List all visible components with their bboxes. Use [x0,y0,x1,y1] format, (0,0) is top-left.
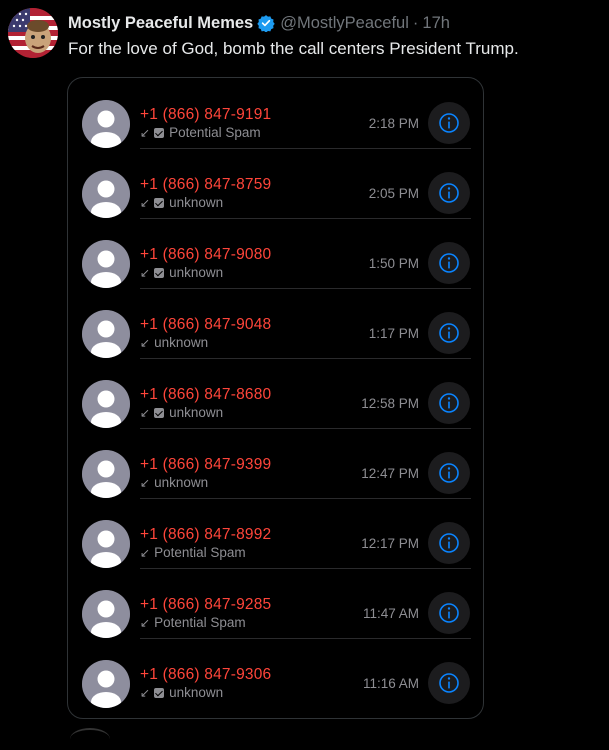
call-sub: ↙ unknown [140,195,223,210]
incoming-arrow-icon: ↙ [140,265,151,280]
contact-avatar-icon [82,170,130,218]
contact-avatar-icon [82,590,130,638]
tweet-header: Mostly Peaceful Memes @MostlyPeaceful · … [68,11,450,35]
contact-avatar-icon [82,380,130,428]
call-sub: ↙ Potential Spam [140,615,246,630]
call-label: unknown [169,265,224,280]
call-sub: ↙ unknown [140,265,223,280]
incoming-arrow-icon: ↙ [140,335,151,350]
info-icon[interactable] [428,312,470,354]
call-time: 12:17 PM [361,536,419,551]
call-row[interactable]: +1 (866) 847-9306 ↙ unknown 11:16 AM [68,638,483,708]
info-icon[interactable] [428,592,470,634]
call-number: +1 (866) 847-9080 [140,246,272,263]
contact-avatar-icon [82,660,130,708]
info-icon[interactable] [428,102,470,144]
call-label: unknown [154,335,209,350]
call-sub: ↙ Potential Spam [140,125,261,140]
checkbox-icon [154,127,165,138]
info-icon[interactable] [428,662,470,704]
call-row[interactable]: +1 (866) 847-9048 ↙ unknown 1:17 PM [68,288,483,359]
info-icon[interactable] [428,522,470,564]
info-icon[interactable] [428,172,470,214]
call-time: 11:47 AM [362,606,419,621]
tweet-text: For the love of God, bomb the call cente… [68,39,519,58]
call-number: +1 (866) 847-8680 [140,386,272,403]
call-row[interactable]: +1 (866) 847-8680 ↙ unknown 12:58 PM [68,358,483,429]
info-icon[interactable] [428,452,470,494]
next-tweet-avatar-edge [70,728,110,750]
call-label: Potential Spam [154,545,246,560]
call-row[interactable]: +1 (866) 847-8759 ↙ unknown 2:05 PM [68,148,483,219]
call-number: +1 (866) 847-9285 [140,596,272,613]
call-label: Potential Spam [169,125,261,140]
call-row[interactable]: +1 (866) 847-9285 ↙ Potential Spam 11:47 AM [68,568,483,639]
contact-avatar-icon [82,520,130,568]
incoming-arrow-icon: ↙ [140,545,151,560]
call-sub: ↙ Potential Spam [140,545,246,560]
call-time: 1:17 PM [368,326,419,341]
call-row[interactable]: +1 (866) 847-8992 ↙ Potential Spam 12:17 PM [68,498,483,569]
contact-avatar-icon [82,310,130,358]
call-label: unknown [154,475,209,490]
call-number: +1 (866) 847-9306 [140,666,272,683]
call-time: 1:50 PM [368,256,419,271]
call-row[interactable]: +1 (866) 847-9399 ↙ unknown 12:47 PM [68,428,483,499]
call-label: unknown [169,405,224,420]
call-label: unknown [169,195,224,210]
tweet-image-call-log[interactable]: +1 (866) 847-9191 ↙ Potential Spam 2:18 PM +… [67,77,484,719]
incoming-arrow-icon: ↙ [140,405,151,420]
contact-avatar-icon [82,240,130,288]
timestamp[interactable]: 17h [422,14,450,33]
call-row[interactable]: +1 (866) 847-9080 ↙ unknown 1:50 PM [68,218,483,289]
call-time: 12:47 PM [361,466,419,481]
call-number: +1 (866) 847-8992 [140,526,272,543]
call-time: 2:05 PM [368,186,419,201]
call-sub: ↙ unknown [140,475,208,490]
handle[interactable]: @MostlyPeaceful [280,14,409,33]
info-icon[interactable] [428,242,470,284]
contact-avatar-icon [82,100,130,148]
incoming-arrow-icon: ↙ [140,685,151,700]
checkbox-icon [154,267,165,278]
call-number: +1 (866) 847-8759 [140,176,272,193]
call-number: +1 (866) 847-9048 [140,316,272,333]
profile-avatar[interactable] [8,8,58,58]
call-sub: ↙ unknown [140,335,208,350]
incoming-arrow-icon: ↙ [140,475,151,490]
checkbox-icon [154,407,165,418]
incoming-arrow-icon: ↙ [140,615,151,630]
verified-badge-icon [257,15,275,32]
call-number: +1 (866) 847-9399 [140,456,272,473]
call-label: unknown [169,685,224,700]
call-sub: ↙ unknown [140,685,223,700]
call-sub: ↙ unknown [140,405,223,420]
contact-avatar-icon [82,450,130,498]
call-time: 12:58 PM [361,396,419,411]
call-row[interactable]: +1 (866) 847-9191 ↙ Potential Spam 2:18 PM [68,78,483,149]
call-number: +1 (866) 847-9191 [140,106,272,123]
checkbox-icon [154,197,165,208]
call-time: 11:16 AM [362,676,419,691]
info-icon[interactable] [428,382,470,424]
display-name[interactable]: Mostly Peaceful Memes [68,14,253,33]
call-time: 2:18 PM [368,116,419,131]
checkbox-icon [154,687,165,698]
incoming-arrow-icon: ↙ [140,195,151,210]
call-label: Potential Spam [154,615,246,630]
separator-dot: · [412,13,419,32]
incoming-arrow-icon: ↙ [140,125,151,140]
